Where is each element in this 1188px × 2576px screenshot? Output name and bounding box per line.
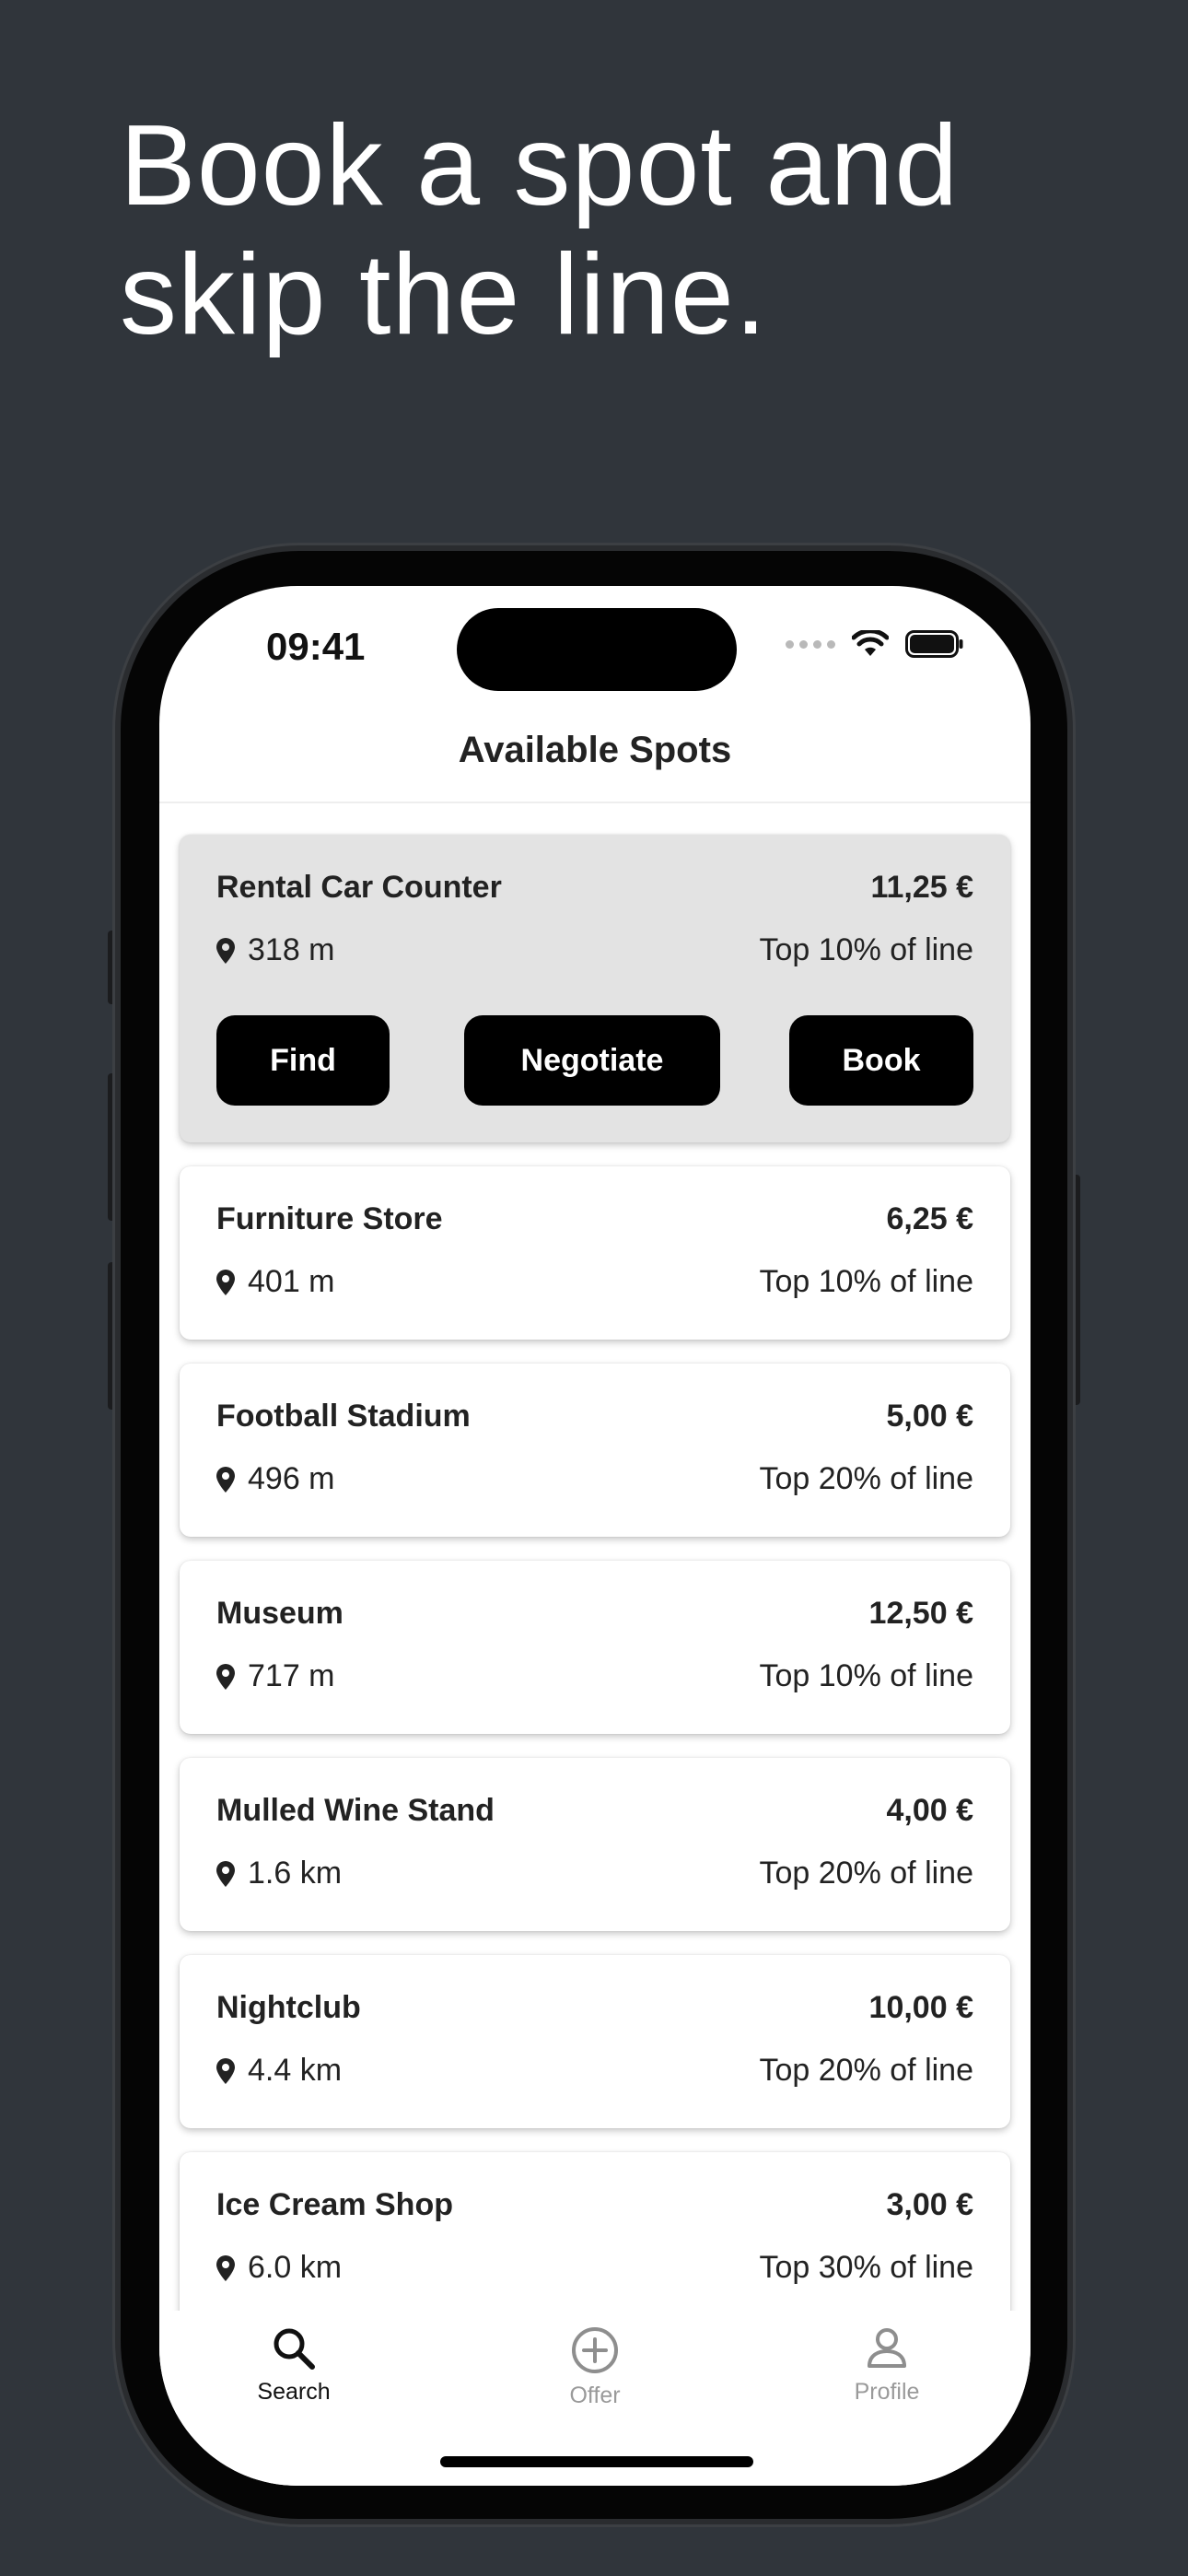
location-pin-icon [216,937,235,964]
spots-list: Rental Car Counter 11,25 € 318 m Top 10%… [180,835,1010,2349]
signal-icon [786,639,835,649]
spot-distance: 1.6 km [216,1856,342,1891]
phone-screen: 09:41 Available Spots Rental Car Counter… [159,586,1031,2486]
dynamic-island [457,608,737,691]
tab-profile-label: Profile [854,2379,920,2405]
spot-price: 5,00 € [886,1399,973,1434]
home-indicator[interactable] [440,2456,753,2467]
spot-price: 4,00 € [886,1793,973,1828]
nav-divider [159,802,1031,803]
spot-card-museum[interactable]: Museum 12,50 € 717 m Top 10% of line [180,1561,1010,1734]
headline-line-2: skip the line. [120,231,768,358]
spot-distance: 318 m [216,932,335,968]
location-pin-icon [216,2057,235,2084]
find-button[interactable]: Find [216,1015,390,1106]
search-icon [274,2328,315,2370]
headline-line-1: Book a spot and [120,102,960,229]
status-icons [786,630,964,658]
negotiate-button[interactable]: Negotiate [464,1015,720,1106]
spot-distance: 401 m [216,1264,335,1300]
spot-name: Rental Car Counter [216,870,502,905]
spot-line-position: Top 10% of line [759,932,974,967]
spot-line-position: Top 20% of line [759,2053,974,2088]
headline: Book a spot and skip the line. [120,101,1133,359]
spot-distance: 4.4 km [216,2053,342,2089]
spot-distance-value: 4.4 km [248,2053,343,2088]
spot-line-position: Top 20% of line [759,1856,974,1891]
person-icon [868,2328,906,2368]
spot-distance-value: 717 m [248,1658,335,1693]
spot-price: 3,00 € [886,2187,973,2222]
wifi-icon [852,630,889,656]
tab-offer-label: Offer [569,2383,621,2408]
spot-name: Museum [216,1596,344,1631]
spot-distance-value: 1.6 km [248,1856,343,1891]
location-pin-icon [216,2254,235,2281]
spot-name: Football Stadium [216,1399,471,1434]
spot-card-furniture-store[interactable]: Furniture Store 6,25 € 401 m Top 10% of … [180,1166,1010,1340]
spot-distance-value: 318 m [248,932,335,967]
status-time: 09:41 [266,625,366,668]
spot-actions: Find Negotiate Book [216,1015,973,1106]
tab-profile[interactable]: Profile [795,2325,979,2406]
location-pin-icon [216,1860,235,1887]
tab-search[interactable]: Search [202,2325,386,2406]
spot-distance-value: 401 m [248,1264,335,1299]
spot-line-position: Top 10% of line [759,1264,974,1299]
location-pin-icon [216,1269,235,1295]
tab-search-label: Search [257,2379,331,2405]
battery-icon [905,630,963,658]
location-pin-icon [216,1466,235,1493]
spot-price: 10,00 € [868,1990,973,2025]
spot-line-position: Top 10% of line [759,1658,974,1693]
spot-line-position: Top 20% of line [759,1461,974,1496]
spot-card-nightclub[interactable]: Nightclub 10,00 € 4.4 km Top 20% of line [180,1955,1010,2128]
spot-card-football-stadium[interactable]: Football Stadium 5,00 € 496 m Top 20% of… [180,1364,1010,1537]
location-pin-icon [216,1663,235,1690]
spot-name: Nightclub [216,1990,361,2025]
spot-distance-value: 6.0 km [248,2250,343,2285]
book-button[interactable]: Book [789,1015,973,1106]
spot-name: Mulled Wine Stand [216,1793,495,1828]
spot-distance: 6.0 km [216,2250,342,2286]
spot-card-ice-cream-shop[interactable]: Ice Cream Shop 3,00 € 6.0 km Top 30% of … [180,2152,1010,2325]
spot-card-rental-car-counter[interactable]: Rental Car Counter 11,25 € 318 m Top 10%… [180,835,1010,1142]
tab-offer[interactable]: Offer [503,2325,687,2409]
spot-name: Furniture Store [216,1201,443,1236]
spot-price: 6,25 € [886,1201,973,1236]
spot-price: 12,50 € [868,1596,973,1631]
spot-distance-value: 496 m [248,1461,335,1496]
spot-line-position: Top 30% of line [759,2250,974,2285]
spot-name: Ice Cream Shop [216,2187,453,2222]
spot-distance: 717 m [216,1658,335,1694]
spot-price: 11,25 € [870,870,973,905]
spot-card-mulled-wine-stand[interactable]: Mulled Wine Stand 4,00 € 1.6 km Top 20% … [180,1758,1010,1931]
plus-circle-icon [572,2327,618,2373]
page-title: Available Spots [458,730,732,770]
spot-distance: 496 m [216,1461,335,1497]
